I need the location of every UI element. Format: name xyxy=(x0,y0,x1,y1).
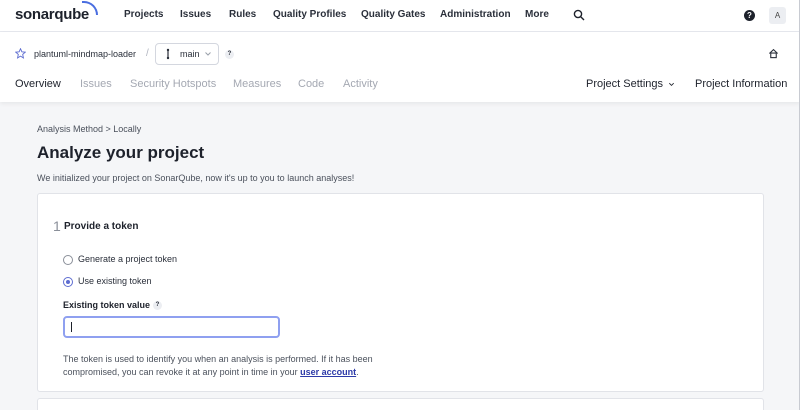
tab-measures[interactable]: Measures xyxy=(233,78,281,90)
radio-button[interactable] xyxy=(63,255,73,265)
step-provide-token-card: 1 Provide a token Generate a project tok… xyxy=(37,193,764,392)
tab-overview[interactable]: Overview xyxy=(15,78,61,90)
logo-arc-icon xyxy=(81,1,98,15)
page-title: Analyze your project xyxy=(37,143,205,162)
project-name[interactable]: plantuml-mindmap-loader xyxy=(34,49,136,59)
user-account-link[interactable]: user account xyxy=(300,367,356,377)
nav-more[interactable]: More xyxy=(525,9,549,20)
star-icon[interactable] xyxy=(15,48,26,59)
page-description: We initialized your project on SonarQube… xyxy=(37,173,355,183)
tab-code[interactable]: Code xyxy=(298,78,324,90)
branch-selector[interactable]: main xyxy=(155,43,219,65)
sonarqube-logo[interactable]: sonarqube xyxy=(15,1,98,23)
project-settings-menu[interactable]: Project Settings xyxy=(586,78,675,90)
radio-label: Use existing token xyxy=(78,276,152,286)
tab-activity[interactable]: Activity xyxy=(343,78,378,90)
radio-button-checked[interactable] xyxy=(63,277,73,287)
project-settings-label: Project Settings xyxy=(586,78,664,90)
tab-security-hotspots[interactable]: Security Hotspots xyxy=(130,78,216,90)
breadcrumb-separator: / xyxy=(146,48,149,59)
branch-icon xyxy=(166,48,170,60)
chevron-down-icon xyxy=(205,52,211,56)
search-icon[interactable] xyxy=(573,9,585,21)
breadcrumb[interactable]: Analysis Method > Locally xyxy=(37,124,141,134)
branch-help-icon[interactable]: ? xyxy=(225,50,234,59)
existing-token-input[interactable] xyxy=(63,316,280,338)
nav-rules[interactable]: Rules xyxy=(229,9,256,20)
token-help-icon[interactable]: ? xyxy=(153,301,162,310)
nav-projects[interactable]: Projects xyxy=(124,9,163,20)
text-cursor xyxy=(71,322,72,332)
home-icon[interactable] xyxy=(768,48,779,59)
step-number: 1 xyxy=(53,218,61,234)
help-text-end: . xyxy=(356,367,359,377)
token-help-text: The token is used to identify you when a… xyxy=(63,353,403,379)
project-header: plantuml-mindmap-loader / main ? Overvie… xyxy=(0,32,800,102)
project-information-link[interactable]: Project Information xyxy=(695,78,787,90)
next-step-card xyxy=(37,398,764,410)
step-title: Provide a token xyxy=(64,221,139,232)
token-field-label: Existing token value xyxy=(63,300,151,310)
radio-label: Generate a project token xyxy=(78,254,178,264)
top-navigation: sonarqube Projects Issues Rules Quality … xyxy=(0,0,800,32)
nav-administration[interactable]: Administration xyxy=(440,9,511,20)
nav-quality-gates[interactable]: Quality Gates xyxy=(361,9,425,20)
tab-issues[interactable]: Issues xyxy=(80,78,112,90)
nav-quality-profiles[interactable]: Quality Profiles xyxy=(273,9,346,20)
chevron-down-icon xyxy=(669,82,675,86)
nav-issues[interactable]: Issues xyxy=(180,9,211,20)
logo-text: sonarqube xyxy=(15,6,89,23)
help-icon[interactable]: ? xyxy=(744,10,755,21)
branch-name: main xyxy=(180,49,200,59)
avatar[interactable]: A xyxy=(769,7,786,24)
